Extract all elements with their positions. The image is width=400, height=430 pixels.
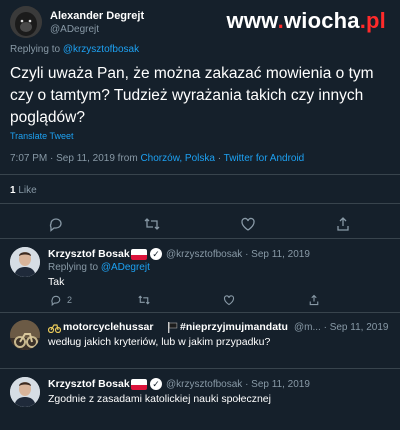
reply1-author-name[interactable]: Krzysztof Bosak [48,248,130,260]
reply1-text: Tak [48,276,65,288]
main-author-name[interactable]: Alexander Degrejt [50,10,144,22]
like-icon[interactable] [240,216,256,232]
main-replying-line: Replying to @krzysztofbosak [10,44,139,55]
reply2-text: według jakich kryteriów, lub w jakim prz… [48,336,271,348]
divider [0,238,400,239]
reply-icon[interactable] [50,294,62,306]
avatar-gorilla[interactable] [10,6,42,38]
reply3-text: Zgodnie z zasadami katolickiej nauki spo… [48,393,271,405]
divider [0,368,400,369]
verified-icon: ✓ [150,248,162,260]
share-icon[interactable] [335,216,351,232]
avatar-motorcyclehussar[interactable] [10,320,40,350]
reply2-author-name[interactable]: motorcyclehussar [63,321,153,333]
replying-to-link[interactable]: @ADegrejt [101,262,150,273]
watermark-prefix: www [226,8,278,33]
flag-icon [168,322,178,333]
watermark-tld: .pl [359,8,386,33]
replying-prefix: Replying to [48,262,101,273]
source-link[interactable]: Twitter for Android [224,153,305,164]
location-link[interactable]: Chorzów, Polska [140,153,214,164]
main-author-handle[interactable]: @ADegrejt [50,24,99,35]
like-icon[interactable] [223,294,235,306]
watermark-name: wiocha [283,8,360,33]
avatar-krzysztof-bosak[interactable] [10,247,40,277]
translate-tweet-link[interactable]: Translate Tweet [10,131,74,141]
watermark-logo: www.wiocha.pl [227,8,386,34]
tweet-time[interactable]: 7:07 PM · Sep 11, 2019 from [10,153,140,164]
meta-separator: · [214,153,224,164]
reply1-reply-count: 2 [67,295,73,305]
reply1-author-handle[interactable]: @krzysztofbosak · Sep 11, 2019 [166,249,310,260]
retweet-icon[interactable] [137,294,151,306]
poland-flag-icon [131,249,147,260]
motorcycle-emoji-icon [48,322,61,333]
share-icon[interactable] [308,294,320,306]
retweet-icon[interactable] [143,216,161,232]
reply-icon[interactable] [48,216,64,232]
main-tweet-text: Czyli uważa Pan, że można zakazać mowien… [10,65,374,126]
likes-count-line[interactable]: 1 Like [10,185,37,196]
replying-prefix: Replying to [10,44,63,55]
likes-label: Like [15,185,37,196]
replying-to-link[interactable]: @krzysztofbosak [63,44,139,55]
reply3-author-handle[interactable]: @krzysztofbosak · Sep 11, 2019 [166,379,310,390]
divider [0,174,400,175]
verified-icon: ✓ [150,378,162,390]
divider [0,203,400,204]
divider [0,312,400,313]
reply2-author-handle[interactable]: @m... · Sep 11, 2019 [294,322,388,333]
avatar-krzysztof-bosak[interactable] [10,377,40,407]
poland-flag-icon [131,379,147,390]
reply3-author-name[interactable]: Krzysztof Bosak [48,378,130,390]
reply2-hashtag[interactable]: #nieprzyjmujmandatu [180,321,288,333]
main-meta-line: 7:07 PM · Sep 11, 2019 from Chorzów, Pol… [10,153,304,164]
reply1-replying-line: Replying to @ADegrejt [48,262,150,273]
